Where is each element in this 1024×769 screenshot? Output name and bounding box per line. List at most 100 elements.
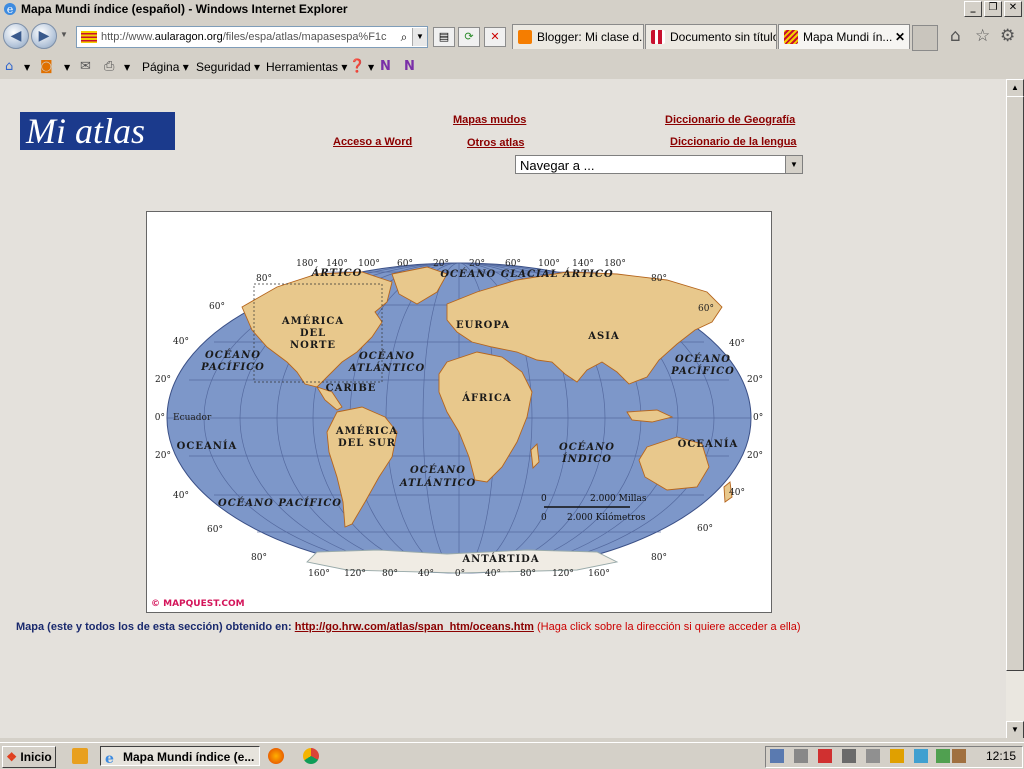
lat-label-right: 20° (747, 451, 763, 461)
rss-feed-icon[interactable]: ◙ (40, 59, 53, 74)
lat-label-right: 20° (747, 375, 763, 385)
lat-label-right: 60° (698, 304, 714, 314)
lat-label-right: 60° (697, 524, 713, 534)
update-icon[interactable] (914, 749, 928, 763)
favorites-star-icon[interactable]: ☆ (975, 26, 990, 46)
tab-mapa-mundi[interactable]: Mapa Mundi ín... ✕ (778, 24, 910, 49)
mail-icon[interactable]: ✉ (80, 59, 91, 74)
forward-button[interactable]: ▶ (31, 23, 57, 49)
firefox-icon[interactable] (268, 748, 284, 764)
tab-blogger[interactable]: Blogger: Mi clase d... (512, 24, 644, 49)
close-window-button[interactable]: ✕ (1004, 1, 1022, 17)
close-tab-icon[interactable]: ✕ (895, 30, 905, 44)
label-atlantico-norte: OCÉANO (359, 350, 415, 362)
printer-icon[interactable] (866, 749, 880, 763)
label-oceania-este: OCEANÍA (678, 438, 739, 450)
chevron-down-icon[interactable]: ▼ (124, 63, 130, 72)
history-dropdown-icon[interactable]: ▼ (60, 30, 68, 39)
lat-label-right: 0° (753, 413, 763, 423)
lon-label-top: 20° (469, 259, 485, 269)
minimize-button[interactable]: _ (964, 1, 982, 17)
window-title: Mapa Mundi índice (español) - Windows In… (21, 2, 348, 16)
security-menu[interactable]: Seguridad ▾ (196, 60, 260, 74)
restore-button[interactable]: ❐ (984, 1, 1002, 17)
search-icon[interactable]: ⌕ (396, 30, 412, 45)
link-mapas-mudos[interactable]: Mapas mudos (453, 114, 526, 126)
link-diccionario-geografia[interactable]: Diccionario de Geografía (665, 114, 795, 126)
select-dropdown-icon[interactable]: ▼ (785, 156, 802, 173)
print-icon[interactable]: ⎙ (104, 59, 114, 74)
taskbar-item-ie[interactable]: e Mapa Mundi índice (e... (100, 746, 260, 766)
onenote-icon[interactable]: N (380, 59, 391, 74)
warning-icon[interactable] (890, 749, 904, 763)
tab-documento[interactable]: Documento sin título (645, 24, 777, 49)
chevron-down-icon[interactable]: ▼ (64, 63, 70, 72)
connection-icon[interactable] (952, 749, 966, 763)
link-acceso-word[interactable]: Acceso a Word (333, 136, 412, 148)
lat-label-left: 20° (155, 451, 171, 461)
chrome-icon[interactable] (303, 748, 319, 764)
vertical-scrollbar[interactable]: ▲ ▼ (1006, 79, 1024, 739)
address-dropdown-icon[interactable]: ▼ (412, 28, 427, 46)
lon-label-bottom: 120° (344, 569, 366, 579)
onenote-linked-icon[interactable]: N (404, 59, 415, 74)
compatibility-view-icon[interactable]: ▤ (433, 27, 455, 47)
label-indico: OCÉANO (559, 441, 615, 453)
lat-label-left: 80° (251, 553, 267, 563)
lon-label-top: 100° (538, 259, 560, 269)
url-text[interactable]: http://www.aularagon.org/files/espa/atla… (101, 31, 396, 43)
label-africa: ÁFRICA (461, 392, 512, 404)
stop-icon[interactable]: ✕ (484, 27, 506, 47)
media-player-icon[interactable] (72, 748, 88, 764)
lon-label-top: 180° (604, 259, 626, 269)
link-otros-atlas[interactable]: Otros atlas (467, 137, 524, 149)
label-america-norte: NORTE (290, 340, 336, 351)
page-content: Mi atlas Mapas mudos Diccionario de Geog… (0, 79, 1006, 738)
lon-label-bottom: 40° (418, 569, 434, 579)
bottom-longitude-labels: 160° 120° 80° 40° 0° 40° 80° 120° 160° (308, 569, 610, 579)
refresh-icon[interactable]: ⟳ (458, 27, 480, 47)
start-button[interactable]: ❖ Inicio (2, 746, 56, 768)
label-atlantico-sur: ATLÁNTICO (399, 477, 476, 489)
lat-label-right: 40° (729, 339, 745, 349)
lat-label-right: 40° (729, 488, 745, 498)
label-america-norte: AMÉRICA (281, 315, 344, 327)
clock: 12:15 (985, 749, 1016, 763)
label-asia: ASIA (587, 331, 619, 342)
label-pacifico-este: OCÉANO (675, 353, 731, 365)
back-button[interactable]: ◀ (3, 23, 29, 49)
address-bar[interactable]: http://www.aularagon.org/files/espa/atla… (76, 26, 428, 48)
new-tab-button[interactable] (912, 25, 938, 51)
mi-atlas-logo[interactable]: Mi atlas (20, 112, 175, 150)
lon-label-bottom: 120° (552, 569, 574, 579)
source-link[interactable]: http://go.hrw.com/atlas/span_htm/oceans.… (295, 621, 534, 633)
home-icon[interactable]: ⌂ (950, 26, 961, 46)
chevron-down-icon[interactable]: ▼ (24, 63, 30, 72)
blogger-icon (518, 30, 532, 44)
volume-icon[interactable] (794, 749, 808, 763)
link-diccionario-lengua[interactable]: Diccionario de la lengua (670, 136, 797, 148)
network-icon[interactable] (770, 749, 784, 763)
scroll-down-icon[interactable]: ▼ (1006, 721, 1024, 739)
home-icon[interactable]: ⌂ (5, 59, 13, 74)
scale-km: 2.000 Kilómetros (567, 512, 646, 523)
chevron-down-icon[interactable]: ▼ (368, 63, 374, 72)
tools-menu[interactable]: Herramientas ▾ (266, 60, 347, 74)
label-pacifico-este: PACÍFICO (670, 365, 735, 377)
title-bar: e Mapa Mundi índice (español) - Windows … (0, 0, 1024, 18)
world-map[interactable]: 180° 140° 100° 60° 20° 20° 60° 100° 140°… (146, 211, 772, 613)
help-icon[interactable]: ❓ (349, 59, 365, 74)
antivirus-icon[interactable] (818, 749, 832, 763)
lon-label-bottom: 0° (455, 569, 465, 579)
device-icon[interactable] (842, 749, 856, 763)
label-caribe: CARIBE (326, 383, 377, 394)
equator-label: Ecuador (173, 413, 212, 423)
scroll-up-icon[interactable]: ▲ (1006, 79, 1024, 97)
lat-label-left: 60° (207, 525, 223, 535)
navigate-select[interactable]: Navegar a ... ▼ (515, 155, 803, 174)
page-menu[interactable]: Página ▾ (142, 60, 189, 74)
gear-icon[interactable]: ⚙ (1000, 26, 1015, 46)
security-check-icon[interactable] (936, 749, 950, 763)
scroll-thumb[interactable] (1006, 96, 1024, 671)
lon-label-top: 60° (397, 259, 413, 269)
